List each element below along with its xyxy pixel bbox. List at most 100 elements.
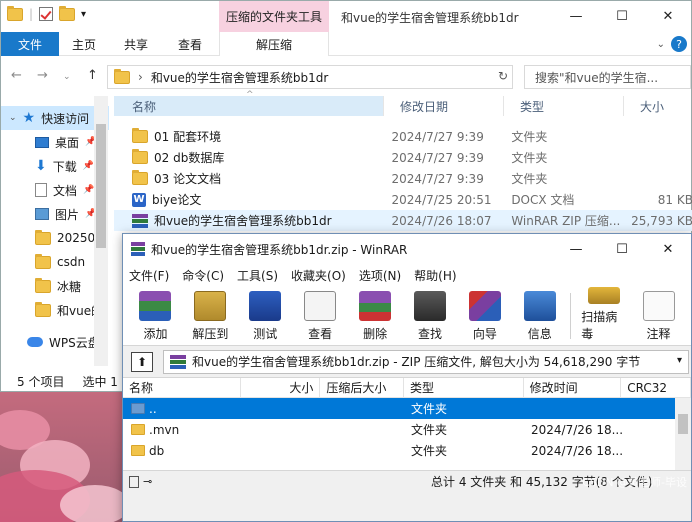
- file-row-selected[interactable]: 和vue的学生宿舍管理系统bb1dr 2024/7/26 18:07 WinRA…: [114, 210, 692, 231]
- info-button[interactable]: 信息: [517, 287, 562, 345]
- sidebar-item-quick-access[interactable]: ⌄ ★ 快速访问: [1, 106, 109, 130]
- column-name[interactable]: ^ 名称: [114, 90, 384, 116]
- word-icon: W: [132, 192, 146, 207]
- tab-view[interactable]: 查看: [167, 32, 213, 56]
- sidebar-item-wps-cloud[interactable]: WPS云盘: [1, 330, 109, 354]
- maximize-icon[interactable]: ☐: [599, 234, 645, 264]
- explorer-titlebar: | ▾ 压缩的文件夹工具 和vue的学生宿舍管理系统bb1dr — ☐ ✕: [1, 1, 691, 32]
- tab-extract[interactable]: 解压缩: [219, 32, 329, 56]
- refresh-icon[interactable]: ↻: [498, 69, 508, 83]
- folder-icon: [114, 68, 130, 84]
- properties-icon[interactable]: [39, 7, 54, 21]
- view-button[interactable]: 查看: [298, 287, 343, 345]
- test-button[interactable]: 测试: [243, 287, 288, 345]
- expand-chevron-icon[interactable]: ⌄: [9, 113, 17, 123]
- folder-icon: [131, 445, 145, 456]
- column-packed[interactable]: 压缩后大小: [320, 378, 405, 397]
- chevron-down-icon[interactable]: ▾: [677, 355, 682, 366]
- comment-button[interactable]: 注释: [636, 287, 681, 345]
- add-button[interactable]: 添加: [133, 287, 178, 345]
- file-list: 01 配套环境 2024/7/27 9:39 文件夹 02 db数据库 2024…: [114, 126, 692, 231]
- back-arrow-icon[interactable]: ←: [11, 68, 22, 83]
- column-size[interactable]: 大小: [241, 378, 321, 397]
- delete-button[interactable]: 删除: [353, 287, 398, 345]
- virus-scan-button[interactable]: 扫描病毒: [581, 287, 626, 345]
- column-size[interactable]: 大小: [624, 96, 692, 116]
- file-list-header: ^ 名称 修改日期 类型 大小: [114, 90, 692, 116]
- new-folder-icon[interactable]: [59, 5, 76, 21]
- view-icon: [304, 291, 337, 321]
- table-row[interactable]: db 文件夹 2024/7/26 18...: [123, 440, 691, 461]
- file-row[interactable]: 02 db数据库 2024/7/27 9:39 文件夹: [114, 147, 692, 168]
- winrar-path-bar: ⬆ 和vue的学生宿舍管理系统bb1dr.zip - ZIP 压缩文件, 解包大…: [123, 346, 691, 378]
- sidebar-item-label: 下载: [52, 159, 77, 174]
- folder-icon: [35, 229, 51, 245]
- sidebar-item-label: WPS云盘: [49, 335, 100, 350]
- sidebar-item-bingtang[interactable]: 冰糖: [1, 274, 109, 298]
- file-row[interactable]: 01 配套环境 2024/7/27 9:39 文件夹: [114, 126, 692, 147]
- recent-locations-icon[interactable]: ⌄: [63, 72, 71, 82]
- sidebar-item-pictures[interactable]: 图片 📌: [1, 202, 109, 226]
- find-button[interactable]: 查找: [408, 287, 453, 345]
- help-icon[interactable]: ?: [671, 36, 687, 52]
- column-modified[interactable]: 修改时间: [524, 378, 622, 397]
- window-title: 和vue的学生宿舍管理系统bb1dr: [341, 11, 519, 25]
- pin-icon: 📌: [83, 185, 95, 195]
- archive-path[interactable]: 和vue的学生宿舍管理系统bb1dr.zip - ZIP 压缩文件, 解包大小为…: [163, 349, 689, 374]
- compressed-folder-tools-tab[interactable]: 压缩的文件夹工具: [219, 1, 329, 32]
- breadcrumb-chevron-icon[interactable]: ›: [138, 70, 143, 84]
- menu-options[interactable]: 选项(N): [359, 267, 401, 284]
- wizard-button[interactable]: 向导: [462, 287, 507, 345]
- minimize-icon[interactable]: —: [553, 234, 599, 264]
- menu-commands[interactable]: 命令(C): [182, 267, 224, 284]
- up-folder-button[interactable]: ⬆: [131, 351, 153, 372]
- column-type[interactable]: 类型: [404, 378, 524, 397]
- tab-home[interactable]: 主页: [59, 32, 109, 56]
- close-icon[interactable]: ✕: [645, 1, 691, 32]
- sidebar-item-csdn[interactable]: csdn: [1, 250, 109, 274]
- up-arrow-icon[interactable]: ↑: [87, 68, 98, 83]
- table-row[interactable]: .mvn 文件夹 2024/7/26 18...: [123, 419, 691, 440]
- file-row[interactable]: 03 论文文档 2024/7/27 9:39 文件夹: [114, 168, 692, 189]
- sidebar-item-project[interactable]: 和vue的: [1, 298, 109, 322]
- tab-file[interactable]: 文件: [1, 32, 59, 56]
- watermark: CSDN @黄老师-毕设: [582, 476, 687, 489]
- sidebar-item-202501[interactable]: 202501: [1, 226, 109, 250]
- minimize-icon[interactable]: —: [553, 1, 599, 32]
- desktop-icon: [35, 136, 49, 148]
- table-row-selected[interactable]: .. 文件夹: [123, 398, 691, 419]
- ribbon-collapse-icon[interactable]: ⌄: [657, 39, 665, 50]
- file-row[interactable]: Wbiye论文 2024/7/25 20:51 DOCX 文档 81 KB: [114, 189, 692, 210]
- column-name[interactable]: 名称: [123, 378, 241, 397]
- extract-to-button[interactable]: 解压到: [188, 287, 233, 345]
- column-date[interactable]: 修改日期: [384, 96, 504, 116]
- folder-icon[interactable]: [7, 5, 23, 21]
- nav-scrollbar[interactable]: [94, 96, 108, 366]
- column-crc32[interactable]: CRC32: [621, 378, 692, 397]
- menu-favorites[interactable]: 收藏夹(O): [291, 267, 346, 284]
- key-icon[interactable]: ⊸: [143, 475, 152, 488]
- address-bar[interactable]: › 和vue的学生宿舍管理系统bb1dr: [107, 65, 513, 89]
- folder-icon: [132, 149, 148, 164]
- sidebar-item-desktop[interactable]: 桌面 📌: [1, 130, 109, 154]
- winrar-scrollbar[interactable]: [675, 398, 691, 470]
- menu-tools[interactable]: 工具(S): [237, 267, 278, 284]
- forward-arrow-icon[interactable]: →: [37, 68, 48, 83]
- window-controls: — ☐ ✕: [553, 1, 691, 32]
- tab-share[interactable]: 共享: [113, 32, 159, 56]
- drive-icon[interactable]: [129, 475, 139, 488]
- menu-file[interactable]: 文件(F): [129, 267, 169, 284]
- close-icon[interactable]: ✕: [645, 234, 691, 264]
- qat-dropdown-icon[interactable]: ▾: [81, 9, 86, 20]
- quick-access-toolbar: | ▾: [7, 5, 86, 21]
- folder-icon: [35, 253, 51, 269]
- menu-help[interactable]: 帮助(H): [414, 267, 456, 284]
- winrar-status-bar: ⊸ 总计 4 文件夹 和 45,132 字节(8 个文件) CSDN @黄老师-…: [123, 470, 691, 492]
- column-type[interactable]: 类型: [504, 96, 624, 116]
- search-input[interactable]: 搜索"和vue的学生宿...: [524, 65, 691, 89]
- maximize-icon[interactable]: ☐: [599, 1, 645, 32]
- sidebar-item-downloads[interactable]: ⬇ 下载 📌: [1, 154, 109, 178]
- test-icon: [249, 291, 282, 321]
- sidebar-item-documents[interactable]: 文档 📌: [1, 178, 109, 202]
- parent-folder-icon: [131, 403, 145, 414]
